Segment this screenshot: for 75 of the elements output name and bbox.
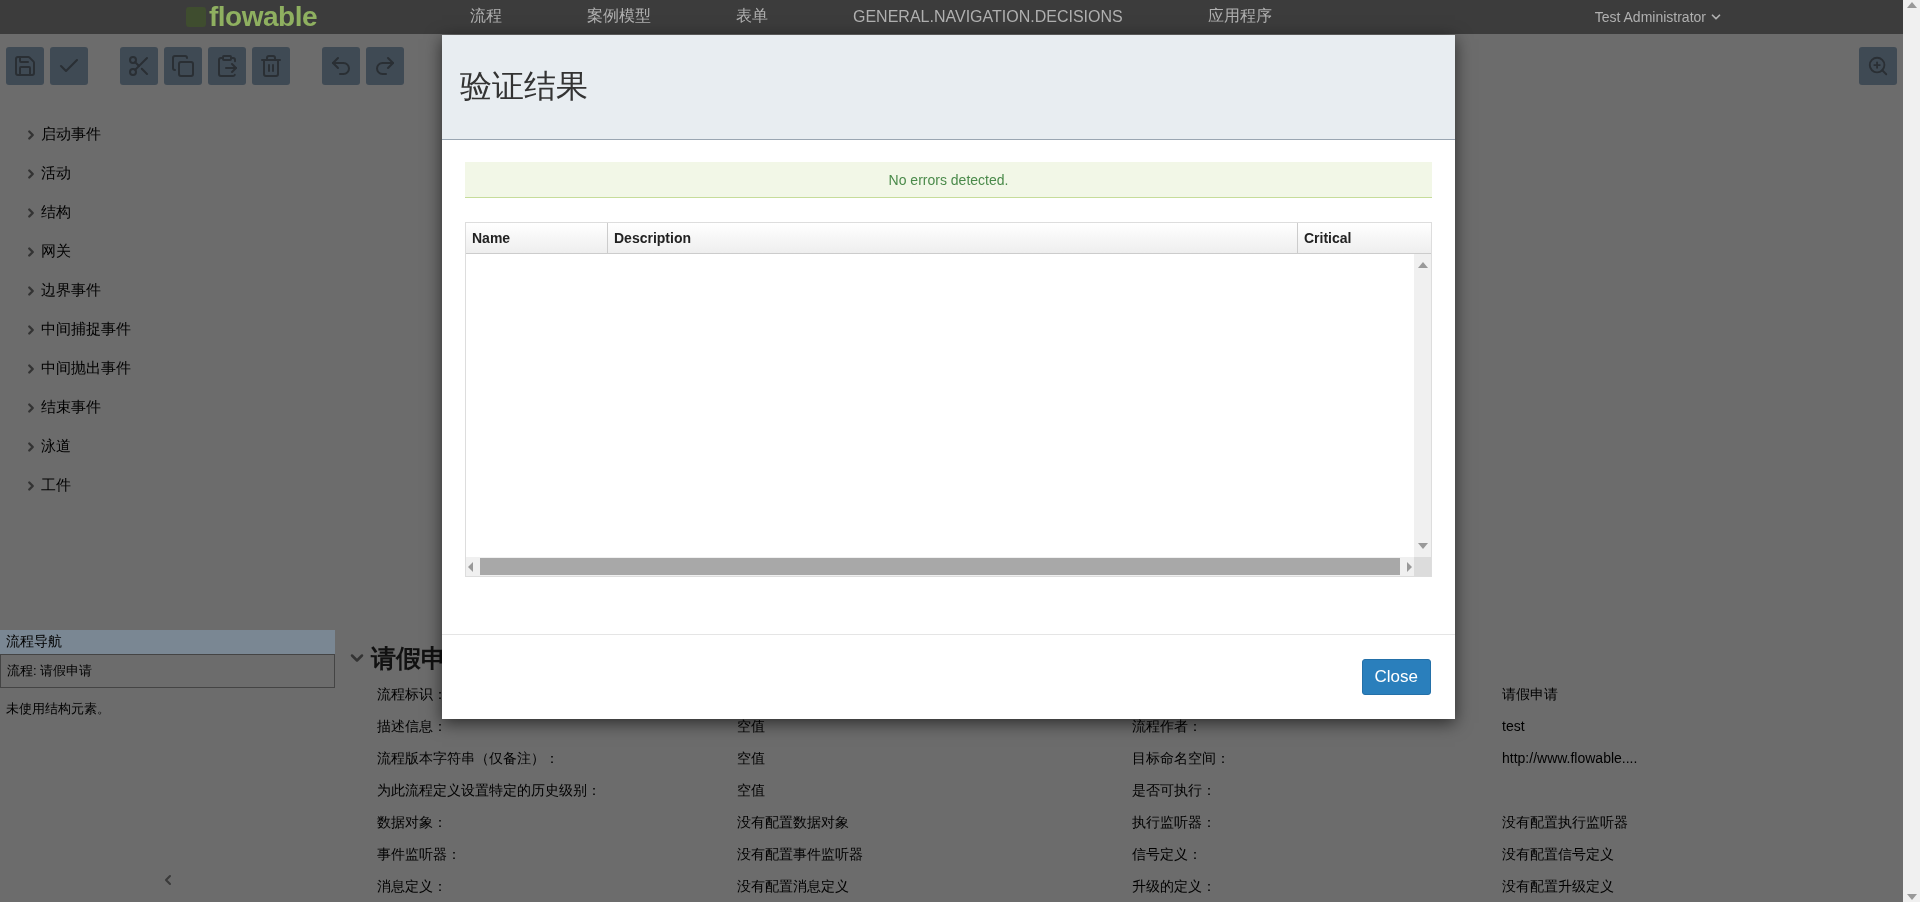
property-label: 执行监听器： (1132, 813, 1216, 830)
logo: flowable (209, 0, 317, 33)
property-value[interactable]: 空值 (737, 749, 765, 766)
navigator-note: 未使用结构元素。 (5, 700, 111, 718)
zoom-in-icon (1867, 54, 1889, 77)
palette-group[interactable]: 中间抛出事件 (41, 359, 131, 378)
toolbar-button[interactable] (208, 46, 246, 85)
palette-group[interactable]: 结束事件 (41, 398, 101, 417)
toolbar-button[interactable] (50, 46, 88, 85)
scroll-up-icon[interactable] (1906, 0, 1917, 10)
trash-icon (259, 53, 283, 78)
toolbar-button[interactable] (366, 46, 404, 85)
navigator-item[interactable]: 流程: 请假申请 (0, 654, 335, 688)
property-label: 事件监听器： (377, 845, 461, 862)
property-value[interactable]: http://www.flowable.... (1502, 750, 1638, 766)
toolbar-button[interactable] (6, 46, 44, 85)
palette-group[interactable]: 结构 (41, 203, 71, 222)
clipboard-icon (215, 53, 239, 78)
page-scrollbar[interactable] (1903, 0, 1920, 902)
property-label: 信号定义： (1132, 845, 1202, 862)
palette-group[interactable]: 活动 (41, 164, 71, 183)
property-value[interactable]: 没有配置事件监听器 (737, 845, 863, 862)
property-label: 升级的定义： (1132, 877, 1216, 894)
property-value[interactable]: 没有配置执行监听器 (1502, 813, 1628, 830)
palette-group[interactable]: 泳道 (41, 437, 71, 456)
property-label: 数据对象： (377, 813, 447, 830)
vertical-scrollbar[interactable] (1414, 254, 1431, 557)
scroll-up-icon[interactable] (1417, 260, 1428, 271)
toolbar-button[interactable] (1859, 46, 1897, 85)
property-value[interactable]: 没有配置消息定义 (737, 877, 849, 894)
properties-title: 请假申 (371, 642, 446, 674)
palette-group[interactable]: 边界事件 (41, 281, 101, 300)
nav-link[interactable]: 应用程序 (1207, 6, 1272, 28)
property-value[interactable]: 没有配置升级定义 (1502, 877, 1614, 894)
property-label: 消息定义： (377, 877, 447, 894)
copy-icon (171, 53, 195, 78)
palette-group[interactable]: 启动事件 (41, 125, 101, 144)
property-label: 是否可执行： (1132, 781, 1216, 798)
toolbar-button[interactable] (164, 46, 202, 85)
toolbar-button[interactable] (252, 46, 290, 85)
scroll-down-icon[interactable] (1417, 541, 1428, 551)
navigator-header: 流程导航 (0, 630, 335, 654)
palette-group[interactable]: 工件 (41, 476, 71, 495)
property-label: 目标命名空间： (1132, 749, 1230, 766)
property-value[interactable]: 空值 (737, 781, 765, 798)
toolbar-button[interactable] (120, 46, 158, 85)
scroll-left-icon[interactable] (466, 561, 476, 572)
property-label: 为此流程定义设置特定的历史级别： (377, 781, 601, 798)
nav-link[interactable]: 流程 (470, 6, 502, 28)
nav-link[interactable]: 案例模型 (587, 6, 651, 28)
palette-group[interactable]: 中间捕捉事件 (41, 320, 131, 339)
property-label: 流程版本字符串（仅备注）： (377, 749, 559, 766)
toolbar-button[interactable] (322, 46, 360, 85)
property-value[interactable]: 没有配置数据对象 (737, 813, 849, 830)
property-value[interactable]: 请假申请 (1502, 685, 1558, 702)
property-value[interactable]: test (1502, 718, 1525, 734)
save-icon (13, 53, 37, 78)
column-header[interactable]: Critical (1297, 223, 1431, 254)
user-menu[interactable]: Test Administrator (1594, 8, 1723, 25)
property-label: 描述信息： (377, 717, 447, 734)
nav-link[interactable]: 表单 (736, 6, 768, 28)
property-value[interactable]: 没有配置信号定义 (1502, 845, 1614, 862)
property-value[interactable]: 空值 (737, 717, 765, 734)
nav-link[interactable]: GENERAL.NAVIGATION.DECISIONS (853, 7, 1123, 26)
property-label: 流程标识： (377, 685, 447, 702)
property-label: 流程作者： (1132, 717, 1202, 734)
close-button[interactable]: Close (1361, 659, 1431, 695)
horizontal-scrollbar[interactable] (466, 557, 1431, 576)
column-header[interactable]: Description (607, 223, 1297, 254)
scroll-down-icon[interactable] (1906, 892, 1917, 902)
column-header[interactable]: Name (466, 223, 607, 254)
palette-group[interactable]: 网关 (41, 242, 71, 261)
dialog-title: 验证结果 (460, 67, 588, 106)
scissors-icon (127, 53, 151, 78)
success-alert: No errors detected. (465, 162, 1432, 199)
